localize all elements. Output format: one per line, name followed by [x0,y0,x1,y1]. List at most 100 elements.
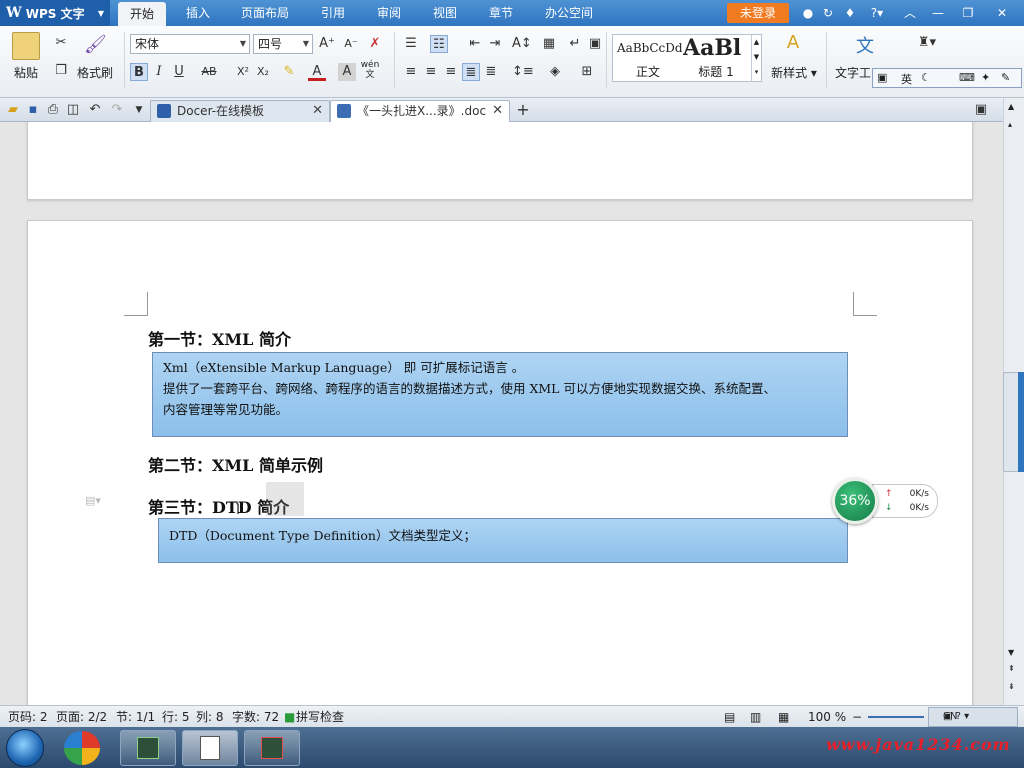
distributed-align-icon[interactable]: ≣ [482,63,500,81]
ime-settings-icon[interactable]: ✦ [981,71,990,84]
memory-percent-badge[interactable]: 36% [832,478,878,524]
menu-tab-review[interactable]: 审阅 [366,0,412,26]
align-right-icon[interactable]: ≡ [442,63,460,81]
superscript-icon[interactable]: X² [234,63,252,81]
taskbar-app-3[interactable] [244,730,300,766]
windows-start-icon[interactable] [6,729,44,767]
side-panel-toggle[interactable] [1018,372,1024,472]
shrink-font-icon[interactable]: A⁻ [342,35,360,53]
quick-access-dropdown-icon[interactable]: ▼ [130,101,148,119]
zoom-out-icon[interactable]: − [852,706,862,728]
align-left-icon[interactable]: ≡ [402,63,420,81]
restore-icon[interactable]: ❐ [960,5,976,21]
close-tab-icon[interactable]: ✕ [492,101,503,121]
app-launcher-icon[interactable] [64,731,100,765]
page-view-icon[interactable]: ▤ [724,706,735,728]
menu-tab-chapter[interactable]: 章节 [478,0,524,26]
help-icon[interactable]: ?▾ [866,5,888,21]
skin-shirt-icon[interactable]: ♦ [842,5,858,21]
table-grid-icon[interactable]: ▦ [540,35,558,53]
paragraph-handle-icon[interactable]: ▤▾ [80,492,106,510]
outline-view-icon[interactable]: ▥ [750,706,761,728]
font-name-select[interactable]: 宋体 ▼ [130,34,250,54]
app-menu-button[interactable]: W WPS 文字 ▼ [0,0,110,26]
text-direction-icon[interactable]: A↕ [512,35,532,53]
bold-icon[interactable]: B [130,63,148,81]
strikethrough-icon[interactable]: AB [198,63,220,81]
format-painter-button[interactable]: 格式刷 [72,64,118,81]
cut-icon[interactable]: ✂ [52,34,70,52]
text-box-xml-intro[interactable]: Xml（eXtensible Markup Language） 即 可扩展标记语… [152,352,848,437]
highlight-icon[interactable]: ✎ [280,63,298,81]
clear-format-icon[interactable]: ✗ [366,35,384,53]
ime-language-toggle[interactable]: 英 [901,71,912,87]
taskbar-app-wps[interactable] [182,730,238,766]
format-painter-icon[interactable]: 🖌 [84,34,107,58]
menu-tab-office-space[interactable]: 办公空间 [534,0,604,26]
sync-icon[interactable]: ↻ [820,5,836,21]
minimize-icon[interactable]: — [930,5,946,21]
increase-indent-icon[interactable]: ⇥ [486,35,504,53]
scroll-top-icon[interactable]: ▴ [1008,120,1012,129]
prev-page-icon[interactable]: ⇞ [1008,664,1015,673]
next-page-icon[interactable]: ⇟ [1008,682,1015,691]
menu-tab-page-layout[interactable]: 页面布局 [232,0,298,26]
paragraph-mark-icon[interactable]: ↵ [566,35,584,53]
login-button[interactable]: 未登录 [727,3,789,23]
heading-section-1[interactable]: 第一节：XML 简介 [148,326,291,350]
paste-button[interactable]: 粘贴 [6,64,46,81]
collapse-ribbon-icon[interactable]: ︿ [902,5,918,21]
ime-tray[interactable]: CN ▣ ? ▾ [928,707,1018,727]
redo-icon[interactable]: ↷ [108,101,126,119]
zoom-slider[interactable] [868,716,924,718]
subscript-icon[interactable]: X₂ [254,63,272,81]
font-size-select[interactable]: 四号 ▼ [253,34,313,54]
menu-tab-references[interactable]: 引用 [310,0,356,26]
scroll-down-icon[interactable]: ▼ [1008,648,1014,657]
status-page-count[interactable]: 页面: 2/2 [56,706,107,728]
decrease-indent-icon[interactable]: ⇤ [466,35,484,53]
borders-icon[interactable]: ⊞ [578,63,596,81]
print-icon[interactable]: ⎙ [44,101,62,119]
cloud-icon[interactable]: ● [800,5,816,21]
undo-icon[interactable]: ↶ [86,101,104,119]
copy-icon[interactable]: ❐ [52,62,70,80]
text-tools-icon[interactable]: 文 [850,32,880,58]
tab-docer-templates[interactable]: Docer-在线模板 ✕ [150,100,330,122]
new-tab-icon[interactable]: + [514,101,532,119]
shading-fill-icon[interactable]: ◈ [546,63,564,81]
numbered-list-icon[interactable]: ☷ [430,35,448,53]
web-view-icon[interactable]: ▦ [778,706,789,728]
moon-punctuation-icon[interactable]: ☾ [921,71,931,84]
close-tab-icon[interactable]: ✕ [312,101,323,121]
tab-list-icon[interactable]: ▣ [972,101,990,119]
find-replace-icon[interactable]: ♜▾ [914,34,940,52]
tab-current-document[interactable]: 《一头扎进X...录》.doc ✕ [330,100,510,122]
justify-icon[interactable]: ≣ [462,63,480,81]
print-preview-icon[interactable]: ◫ [64,101,82,119]
text-tools-button[interactable]: 文字工 [834,64,872,81]
document-canvas[interactable]: 第一节：XML 简介 Xml（eXtensible Markup Languag… [0,122,1003,705]
open-folder-icon[interactable]: ▰ [4,101,22,119]
menu-tab-view[interactable]: 视图 [422,0,468,26]
heading-section-2[interactable]: 第二节：XML 简单示例 [148,452,323,476]
status-page-number[interactable]: 页码: 2 [8,706,48,728]
save-icon[interactable]: ▪ [24,101,42,119]
text-box-icon[interactable]: ▣ [586,35,604,53]
style-name-normal[interactable]: 正文 [617,63,679,80]
new-style-icon[interactable]: A [778,32,808,58]
grow-font-icon[interactable]: A⁺ [318,35,336,53]
line-spacing-icon[interactable]: ↕≡ [512,63,534,81]
scroll-up-icon[interactable]: ▲ [1008,102,1014,111]
zoom-level[interactable]: 100 % [808,706,846,728]
italic-icon[interactable]: I [150,63,168,81]
new-style-button[interactable]: 新样式 ▾ [766,64,822,81]
font-color-icon[interactable]: A [308,63,326,81]
paste-icon[interactable] [12,32,40,60]
char-shading-icon[interactable]: A [338,63,356,81]
menu-tab-insert[interactable]: 插入 [176,0,220,26]
text-box-dtd-intro[interactable]: DTD（Document Type Definition）文档类型定义； [158,518,848,563]
menu-tab-home[interactable]: 开始 [118,2,166,26]
style-name-heading1[interactable]: 标题 1 [683,63,749,80]
close-icon[interactable]: ✕ [994,5,1010,21]
